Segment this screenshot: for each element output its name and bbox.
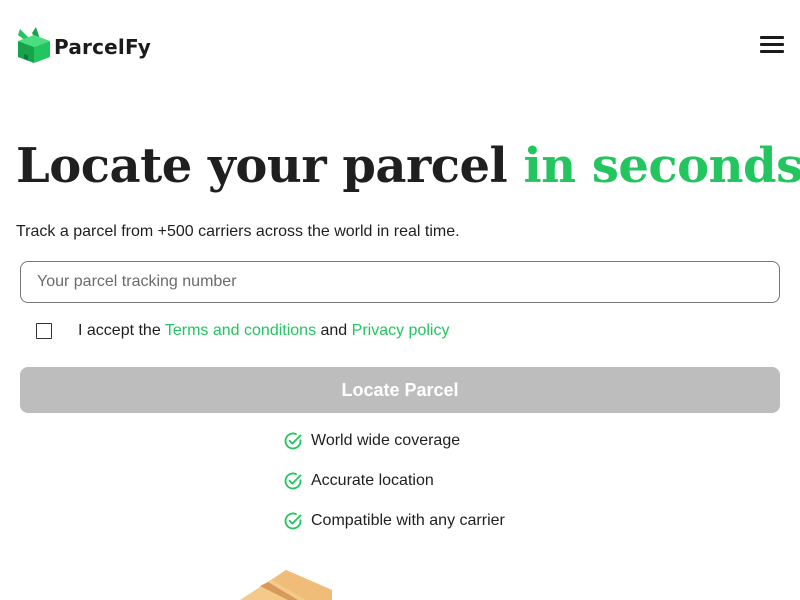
consent-prefix: I accept the: [78, 322, 165, 339]
menu-bar: [760, 50, 784, 53]
hamburger-menu-icon[interactable]: [758, 34, 786, 56]
feature-item: Accurate location: [283, 461, 505, 501]
feature-label: Compatible with any carrier: [311, 512, 505, 529]
tracking-number-input[interactable]: [20, 261, 780, 303]
consent-row: I accept the Terms and conditions and Pr…: [36, 320, 776, 342]
feature-item: Compatible with any carrier: [283, 501, 505, 541]
brand-logo[interactable]: ParcelFy: [16, 25, 151, 65]
feature-list: World wide coverage Accurate location Co…: [283, 421, 505, 541]
locate-parcel-button[interactable]: Locate Parcel: [20, 367, 780, 413]
brand-name: ParcelFy: [54, 35, 151, 59]
menu-bar: [760, 43, 784, 46]
site-header: ParcelFy: [0, 0, 800, 90]
cardboard-box-illustration: [240, 570, 332, 600]
page-subtitle: Track a parcel from +500 carriers across…: [16, 223, 460, 240]
consent-text: I accept the Terms and conditions and Pr…: [78, 322, 449, 340]
check-circle-icon: [284, 432, 302, 450]
consent-and: and: [316, 322, 352, 339]
check-circle-icon: [284, 472, 302, 490]
menu-bar: [760, 36, 784, 39]
feature-item: World wide coverage: [283, 421, 505, 461]
consent-checkbox[interactable]: [36, 323, 52, 339]
title-accent: in seconds: [523, 138, 800, 194]
feature-label: Accurate location: [311, 472, 434, 489]
landing-page: ParcelFy Locate your parcel in seconds T…: [0, 0, 800, 600]
privacy-link[interactable]: Privacy policy: [352, 322, 450, 339]
page-title: Locate your parcel in seconds: [16, 132, 800, 200]
title-main: Locate your parcel: [16, 138, 508, 194]
parcel-box-icon: [18, 27, 50, 63]
feature-label: World wide coverage: [311, 432, 461, 449]
check-circle-icon: [284, 512, 302, 530]
terms-link[interactable]: Terms and conditions: [165, 322, 316, 339]
